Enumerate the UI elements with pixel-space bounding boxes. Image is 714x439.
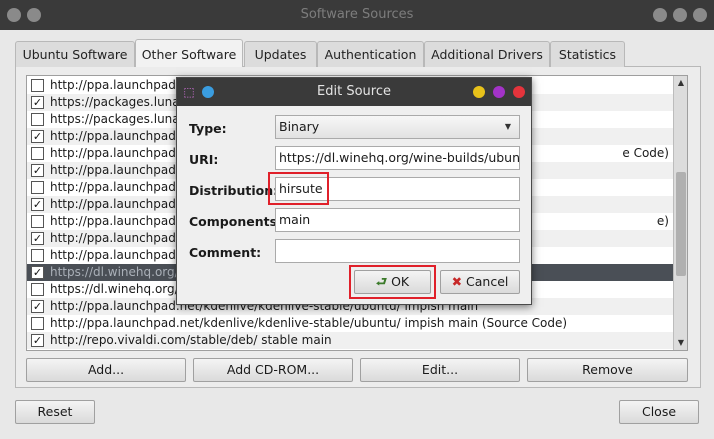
- comment-label: Comment:: [189, 245, 262, 260]
- add-cdrom-button[interactable]: Add CD-ROM...: [193, 358, 353, 382]
- source-checkbox[interactable]: [31, 283, 44, 296]
- source-text: http://ppa.launchpad.n: [50, 180, 188, 194]
- chevron-down-icon: ▼: [504, 122, 511, 131]
- source-row[interactable]: ✓ http://repo.vivaldi.com/stable/deb/ sta…: [27, 332, 673, 349]
- close-button[interactable]: Close: [619, 400, 699, 424]
- tab-other-software[interactable]: Other Software: [135, 39, 243, 67]
- tab-additional-drivers[interactable]: Additional Drivers: [424, 41, 550, 67]
- components-label: Components:: [189, 214, 283, 229]
- source-text: http://ppa.launchpad.n: [50, 78, 188, 92]
- reset-button[interactable]: Reset: [15, 400, 95, 424]
- edit-button[interactable]: Edit...: [360, 358, 520, 382]
- minimize-icon[interactable]: [653, 8, 667, 22]
- window-titlebar: Software Sources: [0, 0, 714, 30]
- type-value: Binary: [279, 119, 320, 134]
- source-checkbox[interactable]: [31, 147, 44, 160]
- tab-authentication[interactable]: Authentication: [317, 41, 424, 67]
- scrollbar-thumb[interactable]: [676, 172, 686, 276]
- cancel-button[interactable]: ✖ Cancel: [440, 270, 520, 294]
- tab-statistics[interactable]: Statistics: [550, 41, 625, 67]
- type-label: Type:: [189, 121, 227, 136]
- source-text: http://ppa.launchpad.n: [50, 214, 188, 228]
- source-text: http://ppa.launchpad.n: [50, 231, 188, 245]
- source-checkbox-checked[interactable]: ✓: [31, 164, 44, 177]
- source-text: http://ppa.launchpad.n: [50, 163, 188, 177]
- source-text: http://ppa.launchpad.n: [50, 197, 188, 211]
- source-checkbox-checked[interactable]: ✓: [31, 96, 44, 109]
- comment-input[interactable]: [275, 239, 520, 263]
- remove-button[interactable]: Remove: [527, 358, 688, 382]
- source-checkbox[interactable]: [31, 317, 44, 330]
- source-text: https://dl.winehq.org/: [50, 282, 179, 296]
- source-checkbox-checked[interactable]: ✓: [31, 334, 44, 347]
- source-text: http://ppa.launchpad.n: [50, 146, 188, 160]
- source-checkbox-checked[interactable]: ✓: [31, 232, 44, 245]
- source-text-tail: e): [656, 214, 669, 228]
- edit-source-dialog: ⬚ Edit Source Type: Binary ▼ URI: https:…: [176, 77, 532, 305]
- scroll-down-icon[interactable]: ▼: [675, 337, 687, 349]
- list-scrollbar[interactable]: ▲ ▼: [673, 76, 687, 350]
- tab-ubuntu-software[interactable]: Ubuntu Software: [15, 41, 135, 67]
- source-checkbox[interactable]: [31, 249, 44, 262]
- source-checkbox[interactable]: [31, 79, 44, 92]
- source-row[interactable]: http://ppa.launchpad.net/kdenlive/kdenli…: [27, 315, 673, 332]
- source-checkbox-checked[interactable]: ✓: [31, 130, 44, 143]
- distribution-label: Distribution:: [189, 183, 279, 198]
- ok-label: OK: [391, 274, 410, 289]
- ok-button[interactable]: ⮐ OK: [354, 270, 431, 294]
- source-text: http://ppa.launchpad.n: [50, 129, 188, 143]
- source-text: https://packages.lunar: [50, 95, 185, 109]
- source-text: http://repo.vivaldi.com/stable/deb/ stab…: [50, 333, 332, 347]
- source-checkbox-checked[interactable]: ✓: [31, 266, 44, 279]
- source-text: https://dl.winehq.org/: [50, 265, 179, 279]
- source-checkbox[interactable]: [31, 113, 44, 126]
- source-checkbox-checked[interactable]: ✓: [31, 198, 44, 211]
- source-checkbox[interactable]: [31, 215, 44, 228]
- source-checkbox-checked[interactable]: ✓: [31, 300, 44, 313]
- tab-updates[interactable]: Updates: [244, 41, 317, 67]
- dialog-close-icon[interactable]: [513, 86, 525, 98]
- source-text: http://ppa.launchpad.n: [50, 248, 188, 262]
- components-input[interactable]: main: [275, 208, 520, 232]
- source-text: https://packages.lunar: [50, 112, 185, 126]
- maximize-icon[interactable]: [673, 8, 687, 22]
- dialog-maximize-icon[interactable]: [493, 86, 505, 98]
- cancel-label: Cancel: [466, 274, 509, 289]
- source-checkbox[interactable]: [31, 181, 44, 194]
- window-title: Software Sources: [300, 7, 414, 22]
- dialog-titlebar: ⬚ Edit Source: [177, 78, 531, 106]
- distribution-highlight: [268, 172, 329, 205]
- ok-icon: ⮐: [375, 274, 388, 289]
- source-text-tail: e Code): [622, 146, 669, 160]
- cancel-icon: ✖: [451, 274, 463, 289]
- uri-label: URI:: [189, 152, 219, 167]
- type-select[interactable]: Binary ▼: [275, 115, 520, 139]
- uri-input[interactable]: https://dl.winehq.org/wine-builds/ubuntu…: [275, 146, 520, 170]
- source-text: http://ppa.launchpad.net/kdenlive/kdenli…: [50, 316, 568, 330]
- add-button[interactable]: Add...: [26, 358, 186, 382]
- dialog-minimize-icon[interactable]: [473, 86, 485, 98]
- close-window-icon[interactable]: [693, 8, 707, 22]
- scroll-up-icon[interactable]: ▲: [675, 77, 687, 89]
